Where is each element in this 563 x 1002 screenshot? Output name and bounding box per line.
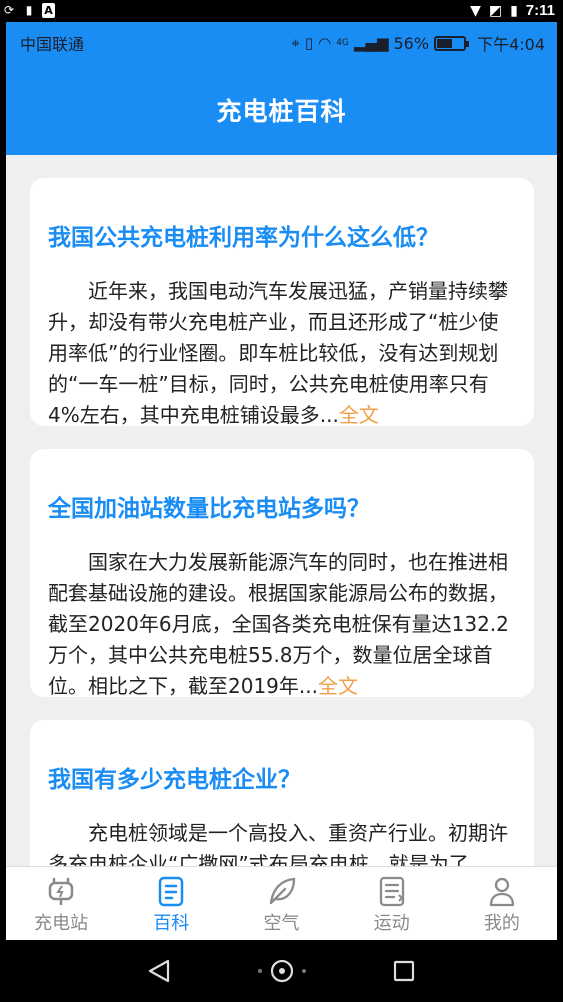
read-more-link[interactable]: 全文 xyxy=(318,674,358,698)
tab-sport[interactable]: 运动 xyxy=(337,867,447,940)
tab-charging-station[interactable]: 充电站 xyxy=(6,867,116,940)
font-icon: A xyxy=(42,2,55,18)
bottom-tab-bar: 充电站 百科 空气 运动 我的 xyxy=(6,866,557,940)
battery-percent: 56% xyxy=(393,33,430,53)
article-summary-text: 国家在大力发展新能源汽车的同时，也在推进相配套基础设施的建设。根据国家能源局公布… xyxy=(48,550,509,698)
app-header: 中国联通 ⌖ ▯ ◠ 4G ▂▄▆ 56% 下午4:04 充电桩百科 xyxy=(6,22,557,155)
tab-label: 充电站 xyxy=(34,913,89,934)
article-title[interactable]: 我国公共充电桩利用率为什么这么低？ xyxy=(48,178,516,266)
signal-icon: ▂▄▆ xyxy=(353,34,389,52)
system-time: 7:11 xyxy=(525,2,555,19)
article-list: 我国公共充电桩利用率为什么这么低？ 近年来，我国电动汽车发展迅猛，产销量持续攀升… xyxy=(30,178,534,940)
device-time: 下午4:04 xyxy=(477,35,545,54)
battery-icon xyxy=(434,35,470,51)
device-status-bar: 中国联通 ⌖ ▯ ◠ 4G ▂▄▆ 56% 下午4:04 xyxy=(6,22,557,62)
article-card[interactable]: 我国公共充电桩利用率为什么这么低？ 近年来，我国电动汽车发展迅猛，产销量持续攀升… xyxy=(30,178,534,427)
notes-icon xyxy=(379,876,404,907)
article-summary: 近年来，我国电动汽车发展迅猛，产销量持续攀升，却没有带火充电桩产业，而且还形成了… xyxy=(48,266,516,431)
network-type: 4G xyxy=(336,38,349,48)
article-summary-text: 近年来，我国电动汽车发展迅猛，产销量持续攀升，却没有带火充电桩产业，而且还形成了… xyxy=(48,279,508,427)
location-icon: ⌖ xyxy=(291,34,300,52)
wifi-icon: ◠ xyxy=(318,34,332,52)
read-more-link[interactable]: 全文 xyxy=(339,403,379,427)
tab-mine[interactable]: 我的 xyxy=(447,867,557,940)
wifi-icon: ▼ xyxy=(470,2,481,19)
tab-label: 运动 xyxy=(373,913,410,934)
article-title[interactable]: 我国有多少充电桩企业？ xyxy=(48,720,516,808)
leaf-icon xyxy=(269,877,295,905)
back-icon[interactable] xyxy=(146,958,172,984)
tab-label: 空气 xyxy=(263,913,300,934)
page-title: 充电桩百科 xyxy=(216,97,347,126)
article-title[interactable]: 全国加油站数量比充电站多吗？ xyxy=(48,449,516,537)
user-icon xyxy=(489,877,515,907)
sync-icon: ⟳ xyxy=(3,3,15,17)
recent-apps-icon[interactable] xyxy=(393,960,415,982)
tab-encyclopedia[interactable]: 百科 xyxy=(116,867,226,940)
carrier-name: 中国联通 xyxy=(20,35,85,54)
system-navigation-bar xyxy=(0,940,563,1002)
sd-card-icon: ▮ xyxy=(25,3,33,17)
home-icon[interactable] xyxy=(256,958,308,984)
vibrate-icon: ▯ xyxy=(304,34,314,52)
tab-label: 百科 xyxy=(153,913,190,934)
tab-air[interactable]: 空气 xyxy=(226,867,336,940)
app-screen: 中国联通 ⌖ ▯ ◠ 4G ▂▄▆ 56% 下午4:04 充电桩百科 我国公共充… xyxy=(6,22,557,940)
charging-station-icon xyxy=(48,877,74,905)
article-summary: 国家在大力发展新能源汽车的同时，也在推进相配套基础设施的建设。根据国家能源局公布… xyxy=(48,537,516,702)
document-icon xyxy=(159,876,184,907)
system-status-bar: ⟳ ▮ A ▼ ◩ ▮ 7:11 xyxy=(0,0,563,22)
battery-charging-icon: ▮ xyxy=(510,2,518,19)
no-sim-icon: ◩ xyxy=(488,2,503,19)
article-card[interactable]: 全国加油站数量比充电站多吗？ 国家在大力发展新能源汽车的同时，也在推进相配套基础… xyxy=(30,449,534,698)
tab-label: 我的 xyxy=(483,913,520,934)
